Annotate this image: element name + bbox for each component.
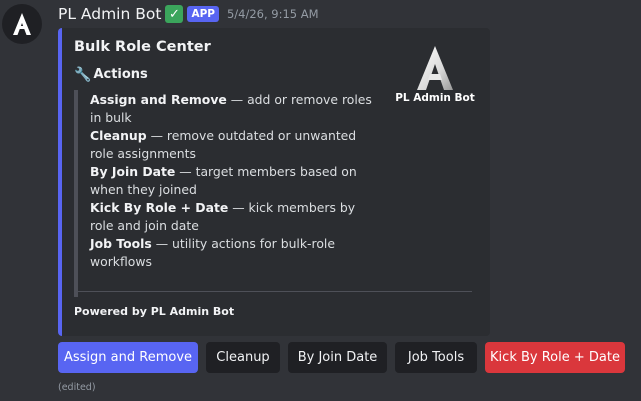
- message-header: PL Admin Bot ✓ APP 5/4/26, 9:15 AM: [58, 3, 319, 25]
- logo-a-icon: [417, 46, 453, 90]
- wrench-icon: 🔧: [74, 66, 92, 83]
- actions-heading: 🔧 Actions: [74, 67, 148, 82]
- cleanup-button[interactable]: Cleanup: [206, 342, 280, 373]
- action-item-assign-remove: Assign and Remove — add or remove roles …: [90, 92, 372, 125]
- thumbnail-bot-name: PL Admin Bot: [395, 92, 475, 104]
- job-tools-button[interactable]: Job Tools: [395, 342, 477, 373]
- chat-message: PL Admin Bot ✓ APP 5/4/26, 9:15 AM Bulk …: [0, 0, 641, 401]
- embed-divider: [74, 291, 472, 292]
- embed-footer: Powered by PL Admin Bot: [74, 305, 235, 318]
- by-join-date-button[interactable]: By Join Date: [288, 342, 387, 373]
- actions-heading-label: Actions: [93, 67, 148, 82]
- embed-title: Bulk Role Center: [74, 39, 211, 55]
- verified-check-icon: ✓: [165, 5, 184, 23]
- logo-a-icon: [13, 13, 31, 35]
- embed-card: Bulk Role Center 🔧 Actions Assign and Re…: [58, 28, 490, 336]
- assign-and-remove-button[interactable]: Assign and Remove: [58, 342, 198, 373]
- embed-thumbnail[interactable]: PL Admin Bot: [392, 40, 478, 120]
- action-item-job-tools: Job Tools — utility actions for bulk-rol…: [90, 236, 335, 269]
- bot-username[interactable]: PL Admin Bot: [58, 5, 161, 23]
- action-buttons-row: Assign and Remove Cleanup By Join Date J…: [58, 342, 625, 373]
- kick-by-role-date-button[interactable]: Kick By Role + Date: [485, 342, 625, 373]
- app-badge: APP: [187, 6, 219, 22]
- action-item-cleanup: Cleanup — remove outdated or unwanted ro…: [90, 128, 357, 161]
- bot-avatar[interactable]: [2, 4, 42, 44]
- action-item-kick-by-role-date: Kick By Role + Date — kick members by ro…: [90, 200, 356, 233]
- actions-quote-block: Assign and Remove — add or remove roles …: [74, 90, 374, 297]
- action-item-by-join-date: By Join Date — target members based on w…: [90, 164, 357, 197]
- message-timestamp: 5/4/26, 9:15 AM: [226, 7, 319, 21]
- edited-label: (edited): [58, 382, 96, 393]
